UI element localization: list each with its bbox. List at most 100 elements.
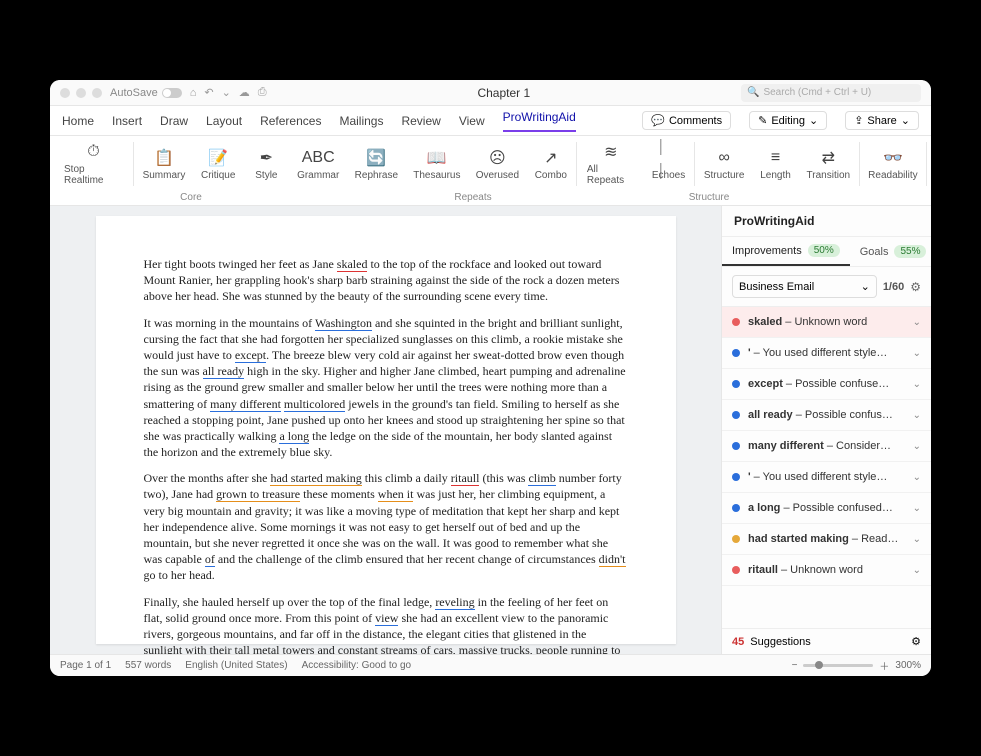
ribbon-label: Overused	[476, 170, 519, 181]
autosave-toggle[interactable]: AutoSave	[110, 87, 182, 99]
suggestion-text: skaled – Unknown word	[748, 316, 905, 328]
suggestion-item[interactable]: all ready – Possible confus…⌄	[722, 400, 931, 431]
paragraph[interactable]: It was morning in the mountains of Washi…	[144, 315, 628, 461]
ribbon-combo[interactable]: ↗Combo	[528, 146, 574, 183]
ribbon-stop-realtime[interactable]: ⏱Stop Realtime	[56, 140, 131, 188]
paragraph[interactable]: Her tight boots twinged her feet as Jane…	[144, 256, 628, 305]
ribbon-thesaurus[interactable]: 📖Thesaurus	[407, 146, 467, 183]
ribbon-buttons: ⏱Stop Realtime📋Summary📝Critique✒StyleABC…	[50, 136, 931, 192]
suggestion-item[interactable]: ' – You used different style…⌄	[722, 462, 931, 493]
suggestion-item[interactable]: ritaull – Unknown word⌄	[722, 555, 931, 586]
zoom-in-button[interactable]: ＋	[879, 658, 889, 673]
ribbon-summary[interactable]: 📋Summary	[136, 146, 192, 183]
status-page[interactable]: Page 1 of 1	[60, 660, 111, 671]
tab-mailings[interactable]: Mailings	[339, 114, 383, 128]
share-button[interactable]: ⇪ Share ⌄	[845, 111, 919, 130]
print-icon[interactable]: ⎙	[258, 86, 267, 99]
chevron-down-icon: ⌄	[913, 410, 921, 421]
ribbon-label: Readability	[868, 170, 917, 181]
chevron-down-icon[interactable]: ⌄	[222, 86, 231, 99]
suggestion-item[interactable]: many different – Consider… ⌄	[722, 431, 931, 462]
maximize-window-button[interactable]	[92, 88, 102, 98]
ribbon-transition[interactable]: ⇄Transition	[800, 146, 857, 183]
save-icon[interactable]: ☁	[239, 86, 250, 99]
status-lang[interactable]: English (United States)	[185, 660, 287, 671]
ribbon-readability[interactable]: 👓Readability	[862, 146, 924, 183]
status-accessibility[interactable]: Accessibility: Good to go	[302, 660, 412, 671]
ribbon-echoes[interactable]: ｜｜Echoes	[645, 146, 692, 183]
ribbon-length[interactable]: ≡Length	[753, 146, 798, 183]
ribbon-label: Structure	[704, 170, 745, 181]
document-scroll[interactable]: Her tight boots twinged her feet as Jane…	[50, 206, 721, 654]
ribbon-label: Length	[760, 170, 791, 181]
zoom-controls: − ＋ 300%	[792, 658, 921, 673]
suggestion-text: ' – You used different style…	[748, 471, 905, 483]
menu-bar: Home Insert Draw Layout References Maili…	[50, 106, 931, 136]
suggestion-item[interactable]: a long – Possible confused…⌄	[722, 493, 931, 524]
suggestion-text: ' – You used different style…	[748, 347, 905, 359]
tab-goals[interactable]: Goals 55%	[850, 237, 931, 266]
suggestion-dot-icon	[732, 473, 740, 481]
editing-button[interactable]: ✎ Editing ⌄	[749, 111, 827, 130]
underlined-text: many different	[210, 397, 281, 412]
stop-realtime-icon: ⏱	[87, 142, 99, 162]
paragraph[interactable]: Finally, she hauled herself up over the …	[144, 594, 628, 654]
group-structure: Structure	[614, 192, 804, 205]
tab-prowritingaid[interactable]: ProWritingAid	[503, 110, 576, 132]
minimize-window-button[interactable]	[76, 88, 86, 98]
ribbon-label: Critique	[201, 170, 235, 181]
tab-layout[interactable]: Layout	[206, 114, 242, 128]
app-window: AutoSave ⌂ ↶ ⌄ ☁ ⎙ Chapter 1 🔍 Search (C…	[50, 80, 931, 676]
ribbon-structure[interactable]: ∞Structure	[697, 146, 751, 183]
ribbon-sticky[interactable]: ✎Sticky	[929, 146, 931, 183]
undo-icon[interactable]: ↶	[204, 86, 213, 99]
suggestion-item[interactable]: skaled – Unknown word⌄	[722, 307, 931, 338]
tab-review[interactable]: Review	[401, 114, 440, 128]
ribbon-all-repeats[interactable]: ≋All Repeats	[579, 140, 643, 188]
comments-button[interactable]: 💬 Comments	[642, 111, 731, 130]
text-run: these moments	[300, 487, 378, 501]
zoom-out-button[interactable]: −	[792, 660, 798, 671]
style-select[interactable]: Business Email ⌄	[732, 275, 877, 298]
tab-improvements[interactable]: Improvements 50%	[722, 237, 850, 266]
paragraph[interactable]: Over the months after she had started ma…	[144, 470, 628, 583]
underlined-text: all ready	[203, 364, 245, 379]
ribbon-label: Combo	[535, 170, 567, 181]
ribbon-separator	[133, 142, 134, 186]
search-icon: 🔍	[747, 87, 759, 98]
grammar-icon: ABC	[302, 148, 335, 168]
tab-insert[interactable]: Insert	[112, 114, 142, 128]
document-title: Chapter 1	[275, 86, 733, 100]
suggestion-text: many different – Consider…	[748, 440, 905, 452]
suggestion-dot-icon	[732, 566, 740, 574]
goals-badge: 55%	[894, 245, 926, 258]
tab-draw[interactable]: Draw	[160, 114, 188, 128]
overused-icon: ☹	[489, 148, 506, 168]
status-words[interactable]: 557 words	[125, 660, 171, 671]
ribbon-separator	[859, 142, 860, 186]
gear-icon[interactable]: ⚙	[911, 635, 921, 648]
suggestion-list[interactable]: skaled – Unknown word⌄' – You used diffe…	[722, 307, 931, 628]
suggestion-item[interactable]: had started making – Read…⌄	[722, 524, 931, 555]
document-page[interactable]: Her tight boots twinged her feet as Jane…	[96, 216, 676, 644]
ribbon-overused[interactable]: ☹ Overused	[469, 146, 526, 183]
suggestion-item[interactable]: ' – You used different style…⌄	[722, 338, 931, 369]
ribbon-critique[interactable]: 📝Critique	[194, 146, 242, 183]
tab-home[interactable]: Home	[62, 114, 94, 128]
search-input[interactable]: 🔍 Search (Cmd + Ctrl + U)	[741, 84, 921, 102]
ribbon-label: All Repeats	[587, 164, 635, 186]
suggestion-dot-icon	[732, 535, 740, 543]
tab-view[interactable]: View	[459, 114, 485, 128]
suggestion-item[interactable]: except – Possible confuse…⌄	[722, 369, 931, 400]
underlined-text: ritaull	[451, 471, 480, 486]
ribbon-style[interactable]: ✒Style	[244, 146, 288, 183]
ribbon-grammar[interactable]: ABCGrammar	[290, 146, 346, 183]
ribbon-rephrase[interactable]: 🔄Rephrase	[348, 146, 405, 183]
filter-icon[interactable]: ⚙	[910, 280, 921, 294]
zoom-slider[interactable]	[803, 664, 873, 667]
close-window-button[interactable]	[60, 88, 70, 98]
chevron-down-icon: ⌄	[913, 441, 921, 452]
text-run: and the challenge of the climb ensured t…	[215, 552, 599, 566]
tab-references[interactable]: References	[260, 114, 321, 128]
home-icon[interactable]: ⌂	[190, 87, 197, 99]
